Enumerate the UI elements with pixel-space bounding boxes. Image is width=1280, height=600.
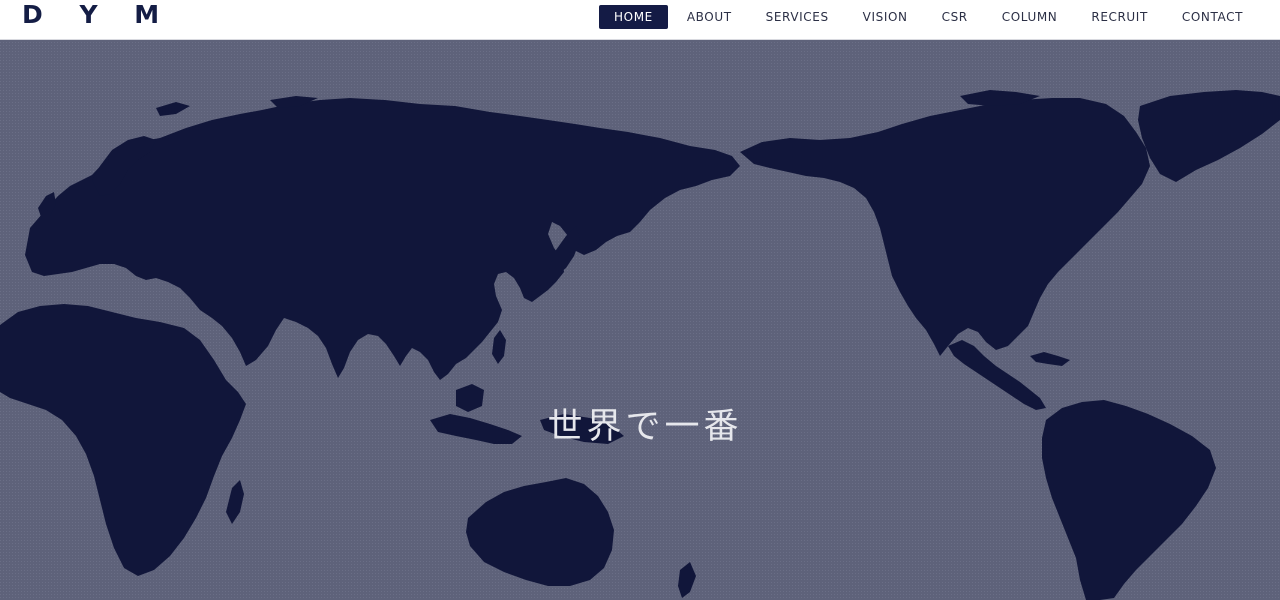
dym-logo[interactable]: D Y M bbox=[22, 1, 173, 29]
site-header: D Y M HOME ABOUT SERVICES VISION CSR COL… bbox=[0, 0, 1280, 40]
main-nav: HOME ABOUT SERVICES VISION CSR COLUMN RE… bbox=[595, 5, 1258, 29]
nav-recruit[interactable]: RECRUIT bbox=[1076, 5, 1163, 29]
nav-services[interactable]: SERVICES bbox=[751, 5, 844, 29]
hero-section: 世界で一番 bbox=[0, 40, 1280, 600]
nav-column[interactable]: COLUMN bbox=[987, 5, 1073, 29]
nav-contact[interactable]: CONTACT bbox=[1167, 5, 1258, 29]
nav-vision[interactable]: VISION bbox=[848, 5, 923, 29]
nav-about[interactable]: ABOUT bbox=[672, 5, 747, 29]
nav-csr[interactable]: CSR bbox=[927, 5, 983, 29]
world-map bbox=[0, 40, 1280, 600]
nav-home[interactable]: HOME bbox=[599, 5, 668, 29]
hero-tagline: 世界で一番 bbox=[547, 407, 743, 447]
